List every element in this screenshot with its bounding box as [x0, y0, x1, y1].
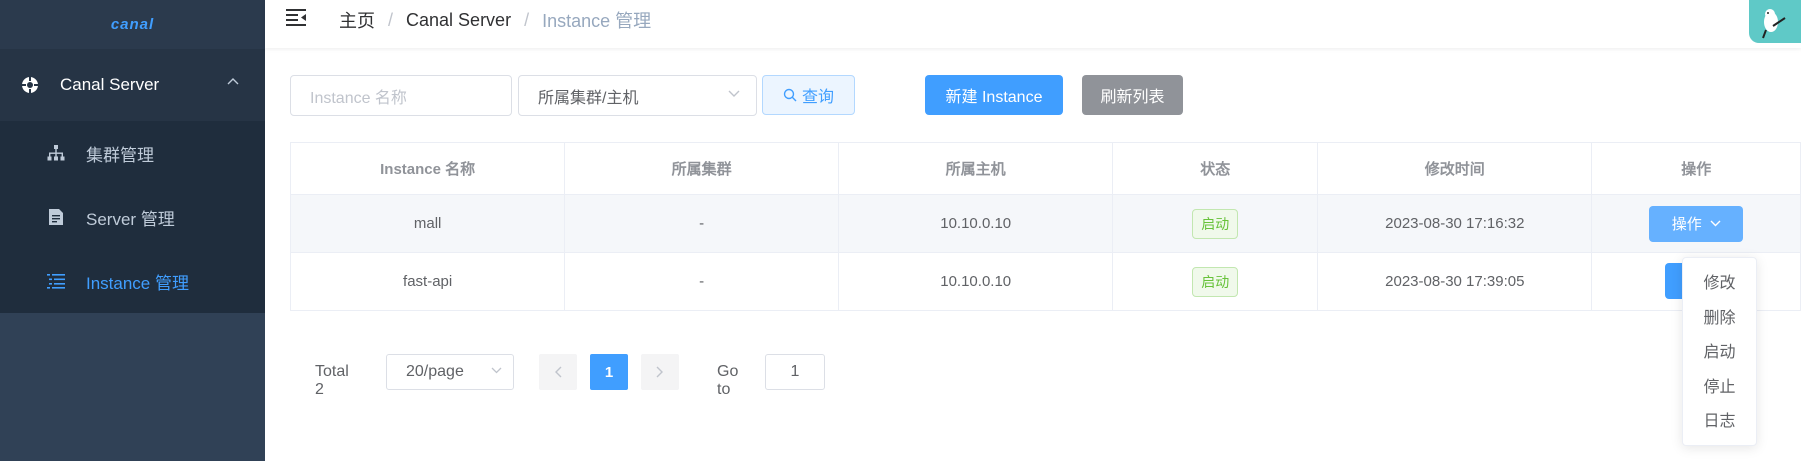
menu-item-start[interactable]: 启动 [1683, 333, 1756, 368]
column-header: 所属集群 [564, 142, 839, 195]
pagination-total: Total 2 [315, 363, 349, 398]
status-badge: 启动 [1192, 208, 1239, 239]
goto-page-input[interactable]: 1 [765, 354, 825, 390]
column-header: 所属主机 [837, 142, 1114, 195]
menu-item-stop[interactable]: 停止 [1683, 368, 1756, 403]
logo: canal [0, 0, 265, 49]
cell-modified: 2023-08-30 17:16:32 [1317, 194, 1593, 253]
query-button[interactable]: 查询 [762, 75, 855, 115]
menu-item-delete[interactable]: 删除 [1683, 299, 1756, 334]
instance-name-input[interactable]: Instance 名称 [290, 75, 512, 116]
cell-status: 启动 [1112, 252, 1319, 311]
table-row[interactable]: fast-api - 10.10.0.10 启动 2023-08-30 17:3… [289, 252, 1801, 311]
column-header: 状态 [1112, 142, 1319, 195]
column-header: Instance 名称 [289, 142, 566, 195]
cell-action: 操作 [1591, 194, 1801, 253]
sidebar-item-cluster[interactable]: 集群管理 [0, 121, 265, 185]
avatar-image-icon [1762, 9, 1786, 39]
sidebar-group-canal-server[interactable]: Canal Server [0, 49, 265, 121]
sidebar-item-label: Instance 管理 [86, 273, 189, 293]
chevron-down-icon [491, 367, 502, 374]
cell-host: 10.10.0.10 [837, 194, 1114, 253]
canal-server-icon [21, 76, 39, 94]
navbar: 主页 / Canal Server / Instance 管理 [265, 0, 1801, 48]
column-header: 修改时间 [1317, 142, 1593, 195]
breadcrumb-home[interactable]: 主页 [339, 7, 375, 33]
create-instance-label: 新建 Instance [945, 89, 1043, 106]
cluster-host-select-value: 所属集群/主机 [538, 89, 639, 107]
page-size-value: 20/page [406, 363, 464, 380]
sidebar-group-label: Canal Server [60, 75, 160, 94]
table-row[interactable]: mall - 10.10.0.10 启动 2023-08-30 17:16:32… [289, 194, 1801, 253]
chevron-down-icon [1710, 220, 1721, 227]
breadcrumb-separator: / [388, 9, 394, 30]
action-button-label: 操作 [1671, 216, 1702, 233]
action-dropdown-menu: 修改 删除 启动 停止 日志 [1682, 257, 1757, 446]
breadcrumb-canal-server[interactable]: Canal Server [406, 10, 511, 31]
menu-item-edit[interactable]: 修改 [1683, 264, 1756, 299]
list-icon [46, 271, 66, 291]
avatar[interactable] [1749, 0, 1801, 43]
column-header: 操作 [1591, 142, 1801, 195]
cell-cluster: - [564, 194, 839, 253]
logo-text: canal [110, 16, 155, 33]
filter-row: Instance 名称 所属集群/主机 查询 新建 Instance 刷新列表 [290, 75, 1801, 117]
breadcrumb: 主页 / Canal Server / Instance 管理 [339, 7, 651, 33]
status-badge: 启动 [1192, 266, 1239, 297]
refresh-list-button[interactable]: 刷新列表 [1082, 75, 1183, 115]
instance-table: Instance 名称 所属集群 所属主机 状态 修改时间 操作 mall - … [289, 142, 1801, 311]
breadcrumb-separator: / [524, 9, 530, 30]
goto-label: Go to [717, 363, 739, 398]
sidebar-item-server[interactable]: Server 管理 [0, 185, 265, 249]
chevron-up-icon [227, 78, 239, 85]
sidebar-item-label: 集群管理 [86, 145, 154, 165]
main-content: 主页 / Canal Server / Instance 管理 Instance… [265, 0, 1801, 461]
next-page-button[interactable] [641, 354, 679, 390]
cell-modified: 2023-08-30 17:39:05 [1317, 252, 1593, 311]
cell-name: mall [289, 194, 566, 253]
page-number-1[interactable]: 1 [590, 354, 628, 390]
cluster-tree-icon [46, 143, 66, 163]
query-button-label: 查询 [801, 89, 834, 106]
cell-cluster: - [564, 252, 839, 311]
table-header-row: Instance 名称 所属集群 所属主机 状态 修改时间 操作 [289, 142, 1801, 195]
hamburger-icon[interactable] [285, 6, 307, 28]
cell-host: 10.10.0.10 [837, 252, 1114, 311]
submenu: 集群管理 Server 管理 Instance 管理 [0, 121, 265, 313]
instance-name-placeholder: Instance 名称 [310, 89, 407, 107]
server-doc-icon [46, 207, 66, 227]
sidebar-item-label: Server 管理 [86, 209, 175, 229]
action-dropdown-button[interactable]: 操作 [1649, 205, 1744, 242]
search-icon [783, 88, 797, 102]
cell-name: fast-api [289, 252, 566, 311]
sidebar-item-instance[interactable]: Instance 管理 [0, 249, 265, 313]
breadcrumb-current: Instance 管理 [542, 11, 652, 31]
page-size-select[interactable]: 20/page [386, 354, 514, 390]
prev-page-button[interactable] [539, 354, 577, 390]
chevron-right-icon [656, 366, 663, 378]
cell-status: 启动 [1112, 194, 1319, 253]
sidebar: canal Canal Server 集群管理 Server 管理 Instan… [0, 0, 265, 461]
menu-item-log[interactable]: 日志 [1683, 402, 1756, 437]
cluster-host-select[interactable]: 所属集群/主机 [518, 75, 757, 116]
refresh-list-label: 刷新列表 [1100, 89, 1165, 106]
create-instance-button[interactable]: 新建 Instance [925, 75, 1063, 115]
chevron-left-icon [555, 366, 562, 378]
chevron-down-icon [728, 90, 740, 97]
